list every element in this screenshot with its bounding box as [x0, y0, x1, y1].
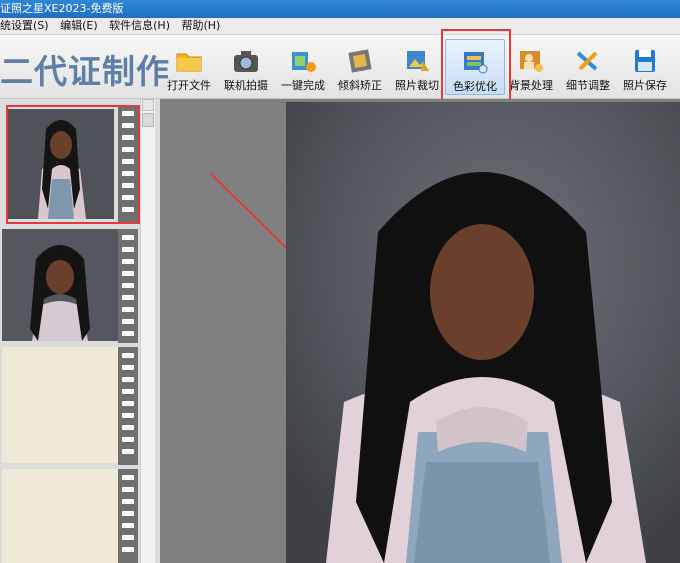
one-click-finish-label: 一键完成 [281, 79, 325, 92]
open-file-button[interactable]: 打开文件 [160, 39, 218, 93]
toolbar: 二代证制作 打开文件 联机拍摄 一键完成 倾斜矫正 照片裁切 色彩优化 背景处理… [0, 35, 680, 99]
film-strip [118, 469, 138, 563]
color-optimize-icon [461, 48, 489, 76]
detail-adjust-label: 细节调整 [566, 79, 610, 92]
scroll-up-button[interactable] [142, 99, 154, 111]
camera-capture-button[interactable]: 联机拍摄 [217, 39, 275, 93]
thumbnail-empty-slot [2, 469, 118, 563]
menu-software-info[interactable]: 软件信息(H) [109, 18, 170, 34]
window-title: 证照之星XE2023-免费版 [0, 2, 124, 15]
crop-icon [403, 47, 431, 75]
thumbnail-panel [0, 99, 160, 563]
brand-title: 二代证制作 [0, 52, 170, 91]
scroll-thumb[interactable] [142, 113, 154, 127]
save-icon [631, 47, 659, 75]
menu-edit[interactable]: 编辑(E) [60, 18, 98, 34]
detail-adjust-button[interactable]: 细节调整 [559, 39, 617, 93]
photo-save-label: 照片保存 [623, 79, 667, 92]
window-title-bar: 证照之星XE2023-免费版 [0, 0, 680, 18]
main-photo [286, 102, 680, 563]
folder-icon [175, 47, 203, 75]
camera-icon [232, 47, 260, 75]
one-click-finish-button[interactable]: 一键完成 [274, 39, 332, 93]
thumbnail-empty-slot [2, 347, 118, 463]
thumbnail-1[interactable] [2, 105, 138, 223]
color-optimize-label: 色彩优化 [453, 80, 497, 93]
detail-adjust-icon [574, 47, 602, 75]
background-process-button[interactable]: 背景处理 [502, 39, 560, 93]
thumbnail-3[interactable] [2, 347, 138, 465]
camera-capture-label: 联机拍摄 [224, 79, 268, 92]
photo-save-button[interactable]: 照片保存 [616, 39, 674, 93]
tilt-correct-button[interactable]: 倾斜矫正 [331, 39, 389, 93]
background-icon [517, 47, 545, 75]
photo-crop-label: 照片裁切 [395, 79, 439, 92]
tilt-correct-icon [346, 47, 374, 75]
thumbnail-4[interactable] [2, 469, 138, 563]
thumbnail-2[interactable] [2, 229, 138, 343]
menu-help[interactable]: 帮助(H) [181, 18, 220, 34]
film-strip [118, 347, 138, 465]
color-optimize-button[interactable]: 色彩优化 [445, 39, 505, 95]
menu-bar: 统设置(S) 编辑(E) 软件信息(H) 帮助(H) [0, 18, 680, 35]
thumbnail-photo [2, 229, 118, 341]
background-process-label: 背景处理 [509, 79, 553, 92]
thumbnail-scrollbar[interactable] [140, 99, 155, 563]
magic-icon [289, 47, 317, 75]
open-file-label: 打开文件 [167, 79, 211, 92]
thumbnail-photo [8, 109, 114, 219]
photo-canvas [160, 99, 680, 563]
tilt-correct-label: 倾斜矫正 [338, 79, 382, 92]
film-strip [118, 105, 138, 223]
menu-system-settings[interactable]: 统设置(S) [0, 18, 49, 34]
film-strip [118, 229, 138, 343]
photo-crop-button[interactable]: 照片裁切 [388, 39, 446, 93]
